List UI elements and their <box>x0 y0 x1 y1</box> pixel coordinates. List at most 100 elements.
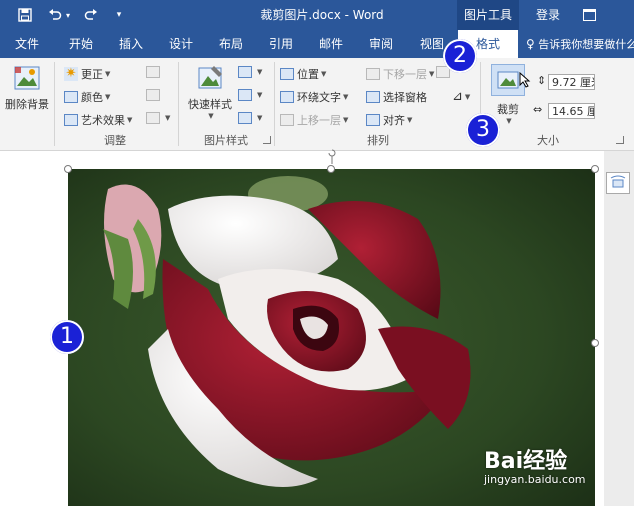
crop-label: 裁剪 <box>497 103 519 116</box>
remove-background-button[interactable]: 删除背景 <box>4 64 50 112</box>
chevron-down-icon: ▼ <box>165 114 171 122</box>
reset-picture-button[interactable]: ▼ <box>146 112 170 124</box>
picture-tools-label: 图片工具 <box>457 0 519 30</box>
tab-home[interactable]: 开始 <box>56 30 106 58</box>
baidu-jingyan-watermark: Bai经验 jingyan.baidu.com <box>484 443 586 486</box>
chevron-down-icon: ▼ <box>343 116 349 124</box>
send-backward-icon <box>366 68 380 80</box>
quick-styles-label: 快速样式 <box>188 98 232 111</box>
artistic-effects-label: 艺术效果 <box>81 114 125 127</box>
compress-icon <box>146 66 160 78</box>
tab-references[interactable]: 引用 <box>258 30 304 58</box>
tell-me-search[interactable]: ♀ 告诉我你想要做什么 <box>526 30 634 58</box>
chevron-down-icon: ▼ <box>257 114 263 122</box>
compress-pictures-button[interactable] <box>146 66 163 78</box>
corrections-button[interactable]: ✷ 更正 ▼ <box>64 66 110 82</box>
resize-handle-top-middle[interactable] <box>327 165 335 173</box>
artistic-effects-icon <box>64 114 78 126</box>
ribbon-display-options-icon[interactable] <box>577 0 601 30</box>
bring-forward-icon <box>280 114 294 126</box>
picture-styles-group-label: 图片样式 <box>204 134 248 147</box>
bring-forward-label: 上移一层 <box>297 114 341 127</box>
picture-border-icon <box>238 66 252 78</box>
resize-handle-middle-right[interactable] <box>591 339 599 347</box>
chevron-down-icon: ▼ <box>105 70 111 78</box>
bring-forward-button[interactable]: 上移一层 ▼ <box>280 112 348 128</box>
remove-background-icon <box>14 66 40 90</box>
change-picture-icon <box>146 89 160 101</box>
chevron-down-icon: ▼ <box>257 91 263 99</box>
tab-layout[interactable]: 布局 <box>208 30 254 58</box>
tab-mailings[interactable]: 邮件 <box>308 30 354 58</box>
artistic-effects-button[interactable]: 艺术效果 ▼ <box>64 112 132 128</box>
tell-me-text: 告诉我你想要做什么 <box>538 38 634 51</box>
width-icon: ⇔ <box>533 103 543 116</box>
color-label: 颜色 <box>81 91 103 104</box>
arrange-group-label: 排列 <box>367 134 389 147</box>
picture-border-button[interactable]: ▼ <box>238 66 262 78</box>
sun-icon: ✷ <box>64 66 78 81</box>
corrections-label: 更正 <box>81 68 103 81</box>
selection-pane-icon <box>366 91 380 103</box>
height-input[interactable]: 9.72 厘米 <box>548 74 595 90</box>
width-input[interactable]: 14.65 厘米 <box>548 103 595 119</box>
send-backward-button[interactable]: 下移一层 ▼ <box>366 66 434 82</box>
color-button[interactable]: 颜色 ▼ <box>64 89 110 105</box>
chevron-down-icon: ▼ <box>407 116 413 124</box>
group-separator <box>54 62 55 146</box>
selection-pane-button[interactable]: 选择窗格 <box>366 89 427 105</box>
tab-file[interactable]: 文件 <box>0 30 54 58</box>
layout-options-button[interactable] <box>606 172 630 194</box>
wrap-text-icon <box>280 91 294 103</box>
picture-effects-button[interactable]: ▼ <box>238 89 262 101</box>
group-separator <box>274 62 275 146</box>
rotate-button[interactable]: ⊿ ▼ <box>452 89 470 104</box>
watermark-url: jingyan.baidu.com <box>484 473 586 486</box>
change-picture-button[interactable] <box>146 89 163 101</box>
login-button[interactable]: 登录 <box>528 0 568 30</box>
resize-handle-top-right[interactable] <box>591 165 599 173</box>
title-bar: ▾ ▾ 裁剪图片.docx - Word 图片工具 登录 <box>0 0 634 30</box>
chevron-down-icon: ▼ <box>257 68 263 76</box>
rotate-icon: ⊿ <box>452 89 463 104</box>
picture-effects-icon <box>238 89 252 101</box>
quick-styles-icon <box>198 66 222 89</box>
customize-qat-icon[interactable]: ▾ <box>106 0 132 30</box>
size-launcher-icon[interactable] <box>616 136 624 144</box>
rotation-handle[interactable] <box>327 148 336 165</box>
adjust-group-label: 调整 <box>104 134 126 147</box>
redo-icon[interactable] <box>78 0 104 30</box>
undo-dropdown-icon[interactable]: ▾ <box>62 0 74 30</box>
height-icon: ⇕ <box>537 74 547 87</box>
position-button[interactable]: 位置 ▼ <box>280 66 326 82</box>
tab-review[interactable]: 审阅 <box>358 30 404 58</box>
ribbon: 删除背景 ✷ 更正 ▼ 颜色 ▼ 艺术效果 ▼ ▼ 调整 快速样式 ▼ ▼ ▼ ▼ 图片… <box>0 58 634 151</box>
chevron-down-icon: ▼ <box>208 112 214 120</box>
quick-styles-button[interactable]: 快速样式 ▼ <box>184 64 236 120</box>
chevron-down-icon: ▼ <box>464 92 471 101</box>
tab-design[interactable]: 设计 <box>158 30 204 58</box>
annotation-badge-1: 1 <box>50 320 84 354</box>
chevron-down-icon: ▼ <box>105 93 111 101</box>
annotation-badge-2: 2 <box>443 39 477 73</box>
save-icon[interactable] <box>12 0 38 30</box>
size-group-label: 大小 <box>537 134 559 147</box>
mouse-cursor-icon <box>519 72 531 88</box>
tab-insert[interactable]: 插入 <box>108 30 154 58</box>
picture-layout-icon <box>238 112 252 124</box>
picture-layout-button[interactable]: ▼ <box>238 112 262 124</box>
position-label: 位置 <box>297 68 319 81</box>
chevron-down-icon: ▼ <box>506 117 512 125</box>
document-title: 裁剪图片.docx - Word <box>260 8 384 22</box>
wrap-text-button[interactable]: 环绕文字 ▼ <box>280 89 348 105</box>
align-icon <box>366 114 380 126</box>
chevron-down-icon: ▼ <box>127 116 133 124</box>
resize-handle-top-left[interactable] <box>64 165 72 173</box>
picture-styles-launcher-icon[interactable] <box>263 136 271 144</box>
chevron-down-icon: ▼ <box>429 70 435 78</box>
lightbulb-icon: ♀ <box>526 37 535 51</box>
layout-options-icon <box>610 175 626 188</box>
selection-pane-label: 选择窗格 <box>383 91 427 104</box>
send-backward-label: 下移一层 <box>383 68 427 81</box>
align-button[interactable]: 对齐 ▼ <box>366 112 412 128</box>
